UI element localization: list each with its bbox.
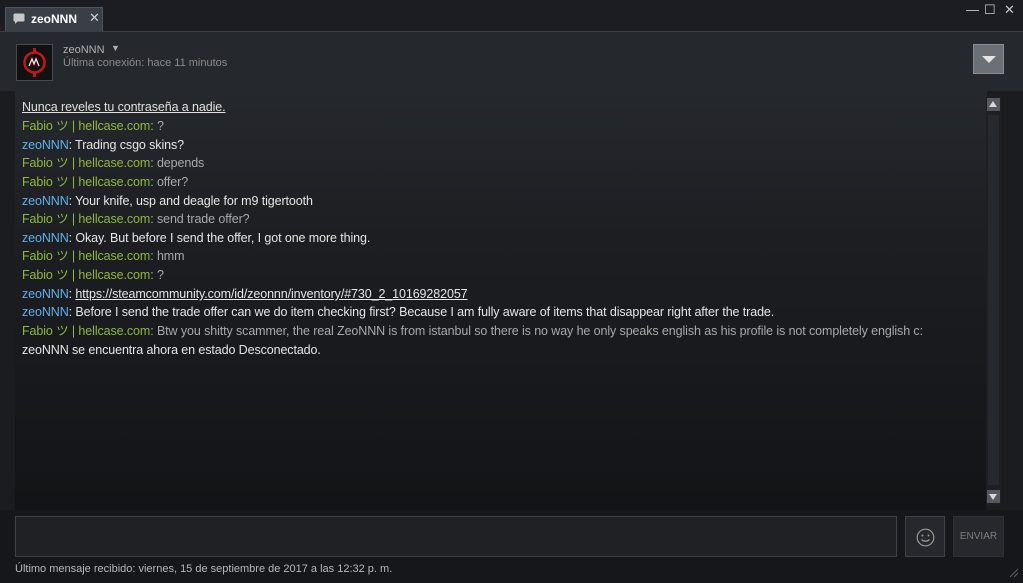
message-text: ?	[156, 119, 164, 133]
dropdown-triangle-icon	[982, 56, 996, 63]
message-text: Before I send the trade offer can we do …	[75, 305, 775, 319]
compose-area: ENVIAR	[0, 510, 1023, 560]
smiley-icon	[916, 528, 935, 547]
friend-header: zeoNNN ▼ Última conexión: hace 11 minuto…	[0, 31, 1023, 91]
message-text: depends	[156, 156, 205, 170]
sender-name[interactable]: zeoNNN	[22, 231, 69, 245]
list-item: zeoNNN: Trading csgo skins?	[22, 138, 184, 152]
nn-logo-avatar	[17, 45, 52, 80]
message-text: Btw you shitty scammer, the real ZeoNNN …	[156, 324, 923, 338]
list-item: Fabio ツ | hellcase.com: Btw you shitty s…	[22, 324, 923, 338]
message-text: offer?	[156, 175, 189, 189]
sender-name[interactable]: zeoNNN	[22, 287, 69, 301]
title-bar: zeoNNN ✕ — ☐ ✕	[0, 0, 1023, 31]
tab-title: zeoNNN	[31, 12, 78, 26]
list-item: zeoNNN: https://steamcommunity.com/id/ze…	[22, 287, 468, 301]
sender-name[interactable]: zeoNNN	[22, 194, 69, 208]
last-message-received: Último mensaje recibido: viernes, 15 de …	[15, 563, 393, 575]
list-item: zeoNNN: Before I send the trade offer ca…	[22, 305, 775, 319]
sender-name[interactable]: Fabio ツ | hellcase.com	[22, 212, 150, 226]
status-footer: Último mensaje recibido: viernes, 15 de …	[0, 560, 1023, 583]
send-button[interactable]: ENVIAR	[953, 516, 1004, 557]
tab-close-icon[interactable]: ✕	[89, 11, 100, 25]
minimize-icon[interactable]: —	[966, 3, 979, 17]
list-item: zeoNNN: Your knife, usp and deagle for m…	[22, 194, 313, 208]
sender-name[interactable]: zeoNNN	[22, 138, 69, 152]
list-item: Fabio ツ | hellcase.com: depends	[22, 156, 205, 170]
message-text: Your knife, usp and deagle for m9 tigert…	[75, 194, 313, 208]
system-message: zeoNNN se encuentra ahora en estado Desc…	[22, 343, 321, 357]
list-item: Fabio ツ | hellcase.com: ?	[22, 268, 164, 282]
sender-name[interactable]: Fabio ツ | hellcase.com	[22, 249, 150, 263]
scroll-up-button[interactable]	[987, 98, 1000, 111]
chat-tab[interactable]: zeoNNN ✕	[5, 7, 103, 31]
resize-grip-icon[interactable]	[1009, 568, 1019, 578]
chevron-down-icon[interactable]: ▼	[111, 43, 120, 53]
last-seen-status: Última conexión: hace 11 minutos	[63, 57, 228, 69]
scroll-track[interactable]	[988, 115, 999, 485]
avatar[interactable]	[16, 44, 53, 81]
arrow-down-icon	[989, 494, 997, 500]
friend-name[interactable]: zeoNNN	[63, 44, 105, 56]
message-text: Okay. But before I send the offer, I got…	[75, 231, 371, 245]
sender-name[interactable]: Fabio ツ | hellcase.com	[22, 268, 150, 282]
chat-log: Nunca reveles tu contraseña a nadie. Fab…	[15, 91, 987, 510]
message-text: ?	[156, 268, 164, 282]
sender-name[interactable]: Fabio ツ | hellcase.com	[22, 324, 150, 338]
emoticon-button[interactable]	[905, 516, 945, 557]
chat-menu-button[interactable]	[973, 44, 1004, 74]
sender-name[interactable]: Fabio ツ | hellcase.com	[22, 119, 150, 133]
message-list: Nunca reveles tu contraseña a nadie. Fab…	[22, 98, 982, 359]
chat-scrollbar[interactable]	[986, 97, 1001, 506]
sender-name[interactable]: zeoNNN	[22, 305, 69, 319]
message-text: Trading csgo skins?	[75, 138, 184, 152]
list-item: Fabio ツ | hellcase.com: offer?	[22, 175, 189, 189]
inventory-link[interactable]: https://steamcommunity.com/id/zeonnn/inv…	[75, 287, 467, 301]
list-item: zeoNNN: Okay. But before I send the offe…	[22, 231, 371, 245]
message-input[interactable]	[15, 516, 897, 557]
close-window-icon[interactable]: ✕	[1004, 3, 1015, 17]
security-warning: Nunca reveles tu contraseña a nadie.	[22, 100, 226, 114]
arrow-up-icon	[989, 101, 997, 107]
maximize-icon[interactable]: ☐	[984, 3, 996, 17]
sender-name[interactable]: Fabio ツ | hellcase.com	[22, 156, 150, 170]
list-item: Fabio ツ | hellcase.com: send trade offer…	[22, 212, 250, 226]
message-text: send trade offer?	[156, 212, 250, 226]
message-text: hmm	[156, 249, 185, 263]
scroll-down-button[interactable]	[987, 490, 1000, 503]
chat-bubble-icon	[13, 13, 25, 24]
list-item: Fabio ツ | hellcase.com: ?	[22, 119, 164, 133]
list-item: Fabio ツ | hellcase.com: hmm	[22, 249, 185, 263]
sender-name[interactable]: Fabio ツ | hellcase.com	[22, 175, 150, 189]
